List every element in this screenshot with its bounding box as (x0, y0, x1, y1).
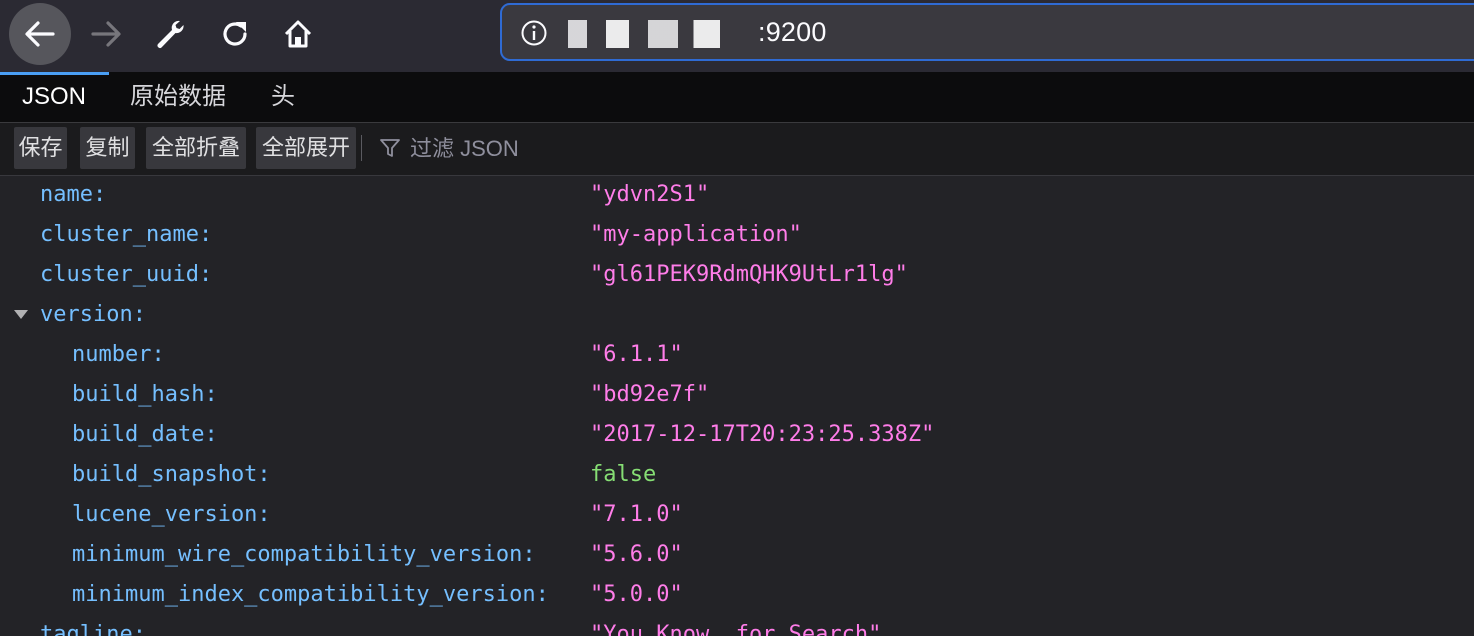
json-row[interactable]: minimum_wire_compatibility_version: "5.6… (0, 535, 1474, 575)
tab-headers[interactable]: 头 (249, 72, 317, 122)
json-key: cluster_uuid: (40, 262, 213, 287)
json-key: name: (40, 182, 107, 207)
json-row[interactable]: build_hash: "bd92e7f" (0, 375, 1474, 415)
json-key: minimum_wire_compatibility_version: (72, 542, 536, 567)
save-button[interactable]: 保存 (14, 127, 67, 169)
json-value: "bd92e7f" (590, 382, 710, 407)
arrow-left-icon (25, 21, 55, 47)
json-row[interactable]: name: "ydvn2S1" (0, 175, 1474, 215)
json-tree: name: "ydvn2S1" cluster_name: "my-applic… (0, 175, 1474, 636)
url-port: :9200 (758, 17, 827, 47)
json-value: "5.6.0" (590, 542, 683, 567)
reload-icon (223, 22, 247, 46)
json-value: "2017-12-17T20:23:25.338Z" (590, 422, 935, 447)
json-value: "ydvn2S1" (590, 182, 710, 207)
forward-button[interactable] (78, 6, 134, 62)
tab-raw-data[interactable]: 原始数据 (108, 72, 248, 122)
json-row[interactable]: cluster_name: "my-application" (0, 215, 1474, 255)
json-row-version[interactable]: version: (0, 295, 1474, 335)
json-value: "7.1.0" (590, 502, 683, 527)
json-row[interactable]: number: "6.1.1" (0, 335, 1474, 375)
json-key: minimum_index_compatibility_version: (72, 582, 549, 607)
json-key: tagline: (40, 622, 146, 636)
address-bar[interactable]: :9200 (500, 3, 1474, 61)
expand-triangle-icon[interactable] (14, 310, 28, 319)
collapse-all-button[interactable]: 全部折叠 (146, 127, 246, 169)
url-redacted-host (568, 19, 758, 48)
json-key: version: (40, 302, 146, 327)
json-row[interactable]: minimum_index_compatibility_version: "5.… (0, 575, 1474, 615)
json-value: "You Know, for Search" (590, 622, 882, 636)
tab-json[interactable]: JSON (0, 72, 109, 122)
back-button[interactable] (9, 3, 71, 65)
json-row[interactable]: tagline: "You Know, for Search" (0, 615, 1474, 636)
filter-json-input[interactable] (408, 131, 812, 167)
json-actions-toolbar: 保存 复制 全部折叠 全部展开 (0, 123, 1474, 176)
tools-button[interactable] (142, 6, 198, 62)
reload-button[interactable] (207, 6, 263, 62)
viewer-tabs: JSON 原始数据 头 (0, 72, 1474, 123)
arrow-right-icon (91, 21, 121, 47)
info-icon[interactable] (520, 19, 548, 47)
wrench-icon (157, 20, 184, 48)
json-row[interactable]: cluster_uuid: "gl61PEK9RdmQHK9UtLr1lg" (0, 255, 1474, 295)
json-key: lucene_version: (72, 502, 271, 527)
json-key: build_snapshot: (72, 462, 271, 487)
json-row[interactable]: lucene_version: "7.1.0" (0, 495, 1474, 535)
json-row[interactable]: build_date: "2017-12-17T20:23:25.338Z" (0, 415, 1474, 455)
home-button[interactable] (270, 6, 326, 62)
json-value: "5.0.0" (590, 582, 683, 607)
copy-button[interactable]: 复制 (80, 127, 135, 169)
expand-all-button[interactable]: 全部展开 (256, 127, 356, 169)
filter-icon (380, 139, 400, 157)
json-value: "gl61PEK9RdmQHK9UtLr1lg" (590, 262, 908, 287)
json-value: false (590, 462, 657, 487)
json-key: number: (72, 342, 165, 367)
json-row[interactable]: build_snapshot: false (0, 455, 1474, 495)
json-value: "my-application" (590, 222, 802, 247)
toolbar-divider (361, 135, 362, 161)
url-text[interactable]: :9200 (568, 17, 827, 48)
browser-toolbar: :9200 (0, 0, 1474, 72)
home-icon (284, 20, 312, 48)
json-key: cluster_name: (40, 222, 213, 247)
json-key: build_hash: (72, 382, 218, 407)
json-key: build_date: (72, 422, 218, 447)
json-value: "6.1.1" (590, 342, 683, 367)
